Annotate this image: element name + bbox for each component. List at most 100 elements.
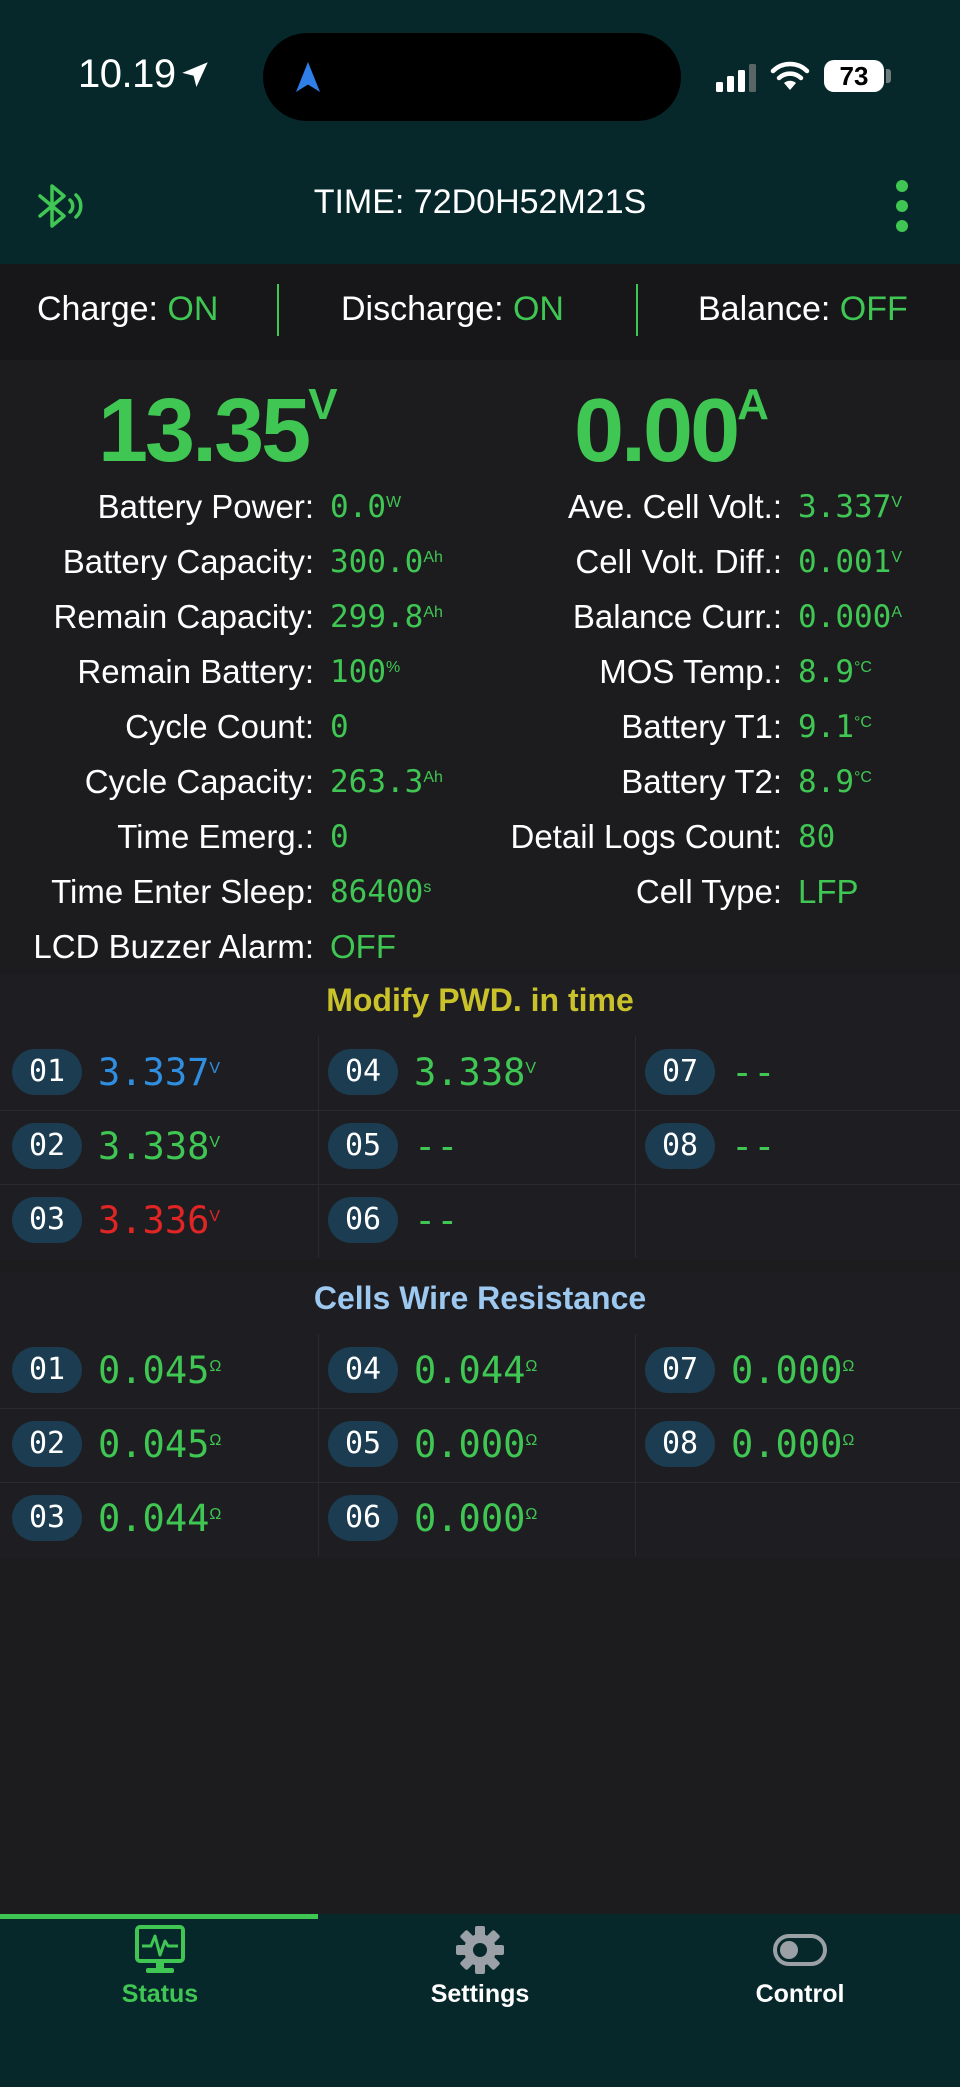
cell-voltage-unit: V <box>209 1208 221 1225</box>
wire-resistance-value: 0.000Ω <box>731 1344 854 1398</box>
more-vert-icon[interactable] <box>890 178 914 234</box>
right-metric-number: 8.9 <box>798 654 854 690</box>
wire-resistance-number: 0.000 <box>731 1423 843 1466</box>
right-metric-value: 0.000A <box>798 592 902 642</box>
wire-resistance-value: 0.044Ω <box>414 1344 537 1398</box>
right-metric-row: Battery T2: 8.9°C <box>0 757 960 807</box>
divider <box>636 284 638 336</box>
cell-voltage-number: 3.337 <box>98 1051 210 1094</box>
right-metric-label: Battery T1: <box>621 708 782 745</box>
left-metric-label: LCD Buzzer Alarm: <box>33 928 314 965</box>
tab-status-label: Status <box>121 1980 199 2008</box>
cell-number-badge: 07 <box>645 1347 715 1393</box>
right-metric-row: Detail Logs Count: 80 <box>0 812 960 862</box>
balance-value: OFF <box>839 290 908 328</box>
tab-settings[interactable]: Settings <box>320 1924 640 2024</box>
wire-resistance-unit: Ω <box>842 1358 855 1375</box>
cell-voltage-number: -- <box>731 1125 776 1168</box>
cell-voltage-cell: 06 -- <box>328 1194 628 1248</box>
cell-voltage-value: -- <box>731 1120 776 1174</box>
right-metric-number: 80 <box>798 819 836 855</box>
wire-resistance-cell: 04 0.044Ω <box>328 1344 628 1398</box>
wire-resistance-cell: 02 0.045Ω <box>12 1418 312 1472</box>
active-tab-indicator <box>0 1914 318 1919</box>
battery-indicator: 73 <box>824 60 884 92</box>
charge-status[interactable]: Charge: ON <box>37 290 218 329</box>
cell-number-badge: 05 <box>328 1123 398 1169</box>
cell-voltage-cell: 01 3.337V <box>12 1046 312 1100</box>
right-metric-value: 3.337V <box>798 482 902 532</box>
right-metric-label: Battery T2: <box>621 763 782 800</box>
cell-voltage-title: Modify PWD. in time <box>326 982 634 1018</box>
total-current-unit: A <box>737 380 769 429</box>
wire-resistance-value: 0.045Ω <box>98 1344 221 1398</box>
runtime-title: TIME: 72D0H52M21S <box>313 183 647 221</box>
right-metric-value: 8.9°C <box>798 647 872 697</box>
wire-resistance-number: 0.044 <box>414 1349 526 1392</box>
cell-voltage-number: -- <box>414 1125 459 1168</box>
wire-resistance-cell: 06 0.000Ω <box>328 1492 628 1546</box>
right-metric-value: 9.1°C <box>798 702 872 752</box>
discharge-value: ON <box>512 290 564 328</box>
cell-voltage-value: -- <box>731 1046 776 1100</box>
wire-resistance-title: Cells Wire Resistance <box>313 1280 647 1316</box>
balance-status[interactable]: Balance: OFF <box>698 290 908 329</box>
wire-resistance-unit: Ω <box>209 1432 222 1449</box>
wire-resistance-unit: Ω <box>525 1506 538 1523</box>
wire-resistance-value: 0.000Ω <box>731 1418 854 1472</box>
cell-number-badge: 01 <box>12 1049 82 1095</box>
toggle-icon <box>773 1934 827 1966</box>
wire-resistance-number: 0.044 <box>98 1497 210 1540</box>
cell-voltage-value: 3.338V <box>98 1120 220 1174</box>
cell-number-badge: 03 <box>12 1495 82 1541</box>
wire-resistance-unit: Ω <box>525 1358 538 1375</box>
cell-number-badge: 06 <box>328 1197 398 1243</box>
right-metric-number: 3.337 <box>798 489 892 525</box>
wire-resistance-unit: Ω <box>209 1358 222 1375</box>
right-metric-label: Cell Volt. Diff.: <box>575 543 782 580</box>
right-metric-row: Cell Type: LFP <box>0 867 960 917</box>
cell-number-badge: 08 <box>645 1421 715 1467</box>
cell-voltage-value: -- <box>414 1120 459 1174</box>
left-metric-number: OFF <box>330 928 396 965</box>
right-metric-unit: V <box>891 494 902 511</box>
right-metric-value: LFP <box>798 867 859 917</box>
cell-voltage-number: 3.338 <box>414 1051 526 1094</box>
cell-voltage-number: 3.338 <box>98 1125 210 1168</box>
wire-resistance-number: 0.000 <box>414 1497 526 1540</box>
battery-tip <box>886 69 891 83</box>
right-metric-number: 0.001 <box>798 544 892 580</box>
wire-resistance-cell: 07 0.000Ω <box>645 1344 945 1398</box>
cell-voltage-unit: V <box>209 1060 221 1077</box>
tab-settings-label: Settings <box>430 1980 530 2008</box>
right-metric-label: Balance Curr.: <box>572 598 782 635</box>
cell-voltage-number: 3.336 <box>98 1199 210 1242</box>
tab-status[interactable]: Status <box>0 1924 320 2024</box>
grid-divider <box>635 1334 636 1556</box>
discharge-label: Discharge: <box>341 290 504 328</box>
wire-resistance-cell: 01 0.045Ω <box>12 1344 312 1398</box>
cell-voltage-cell: 05 -- <box>328 1120 628 1174</box>
cell-number-badge: 04 <box>328 1347 398 1393</box>
tab-control[interactable]: Control <box>640 1924 960 2024</box>
wire-resistance-value: 0.044Ω <box>98 1492 221 1546</box>
right-metric-label: MOS Temp.: <box>599 653 782 690</box>
grid-divider <box>318 1334 319 1556</box>
wire-resistance-value: 0.000Ω <box>414 1492 537 1546</box>
status-bar-time: 10.19 <box>78 52 176 96</box>
right-metric-value: 8.9°C <box>798 757 872 807</box>
discharge-status[interactable]: Discharge: ON <box>341 290 564 329</box>
cell-number-badge: 02 <box>12 1421 82 1467</box>
wifi-icon <box>770 61 810 90</box>
right-metric-value: 0.001V <box>798 537 902 587</box>
right-metric-label: Cell Type: <box>635 873 782 910</box>
wire-resistance-number: 0.045 <box>98 1349 210 1392</box>
wire-resistance-number: 0.045 <box>98 1423 210 1466</box>
right-metric-row: Balance Curr.: 0.000A <box>0 592 960 642</box>
cell-voltage-cell: 07 -- <box>645 1046 945 1100</box>
left-metric-value: OFF <box>330 922 396 972</box>
cell-voltage-unit: V <box>525 1060 537 1077</box>
wire-resistance-value: 0.000Ω <box>414 1418 537 1472</box>
navigation-icon <box>296 62 320 92</box>
wire-resistance-number: 0.000 <box>731 1349 843 1392</box>
